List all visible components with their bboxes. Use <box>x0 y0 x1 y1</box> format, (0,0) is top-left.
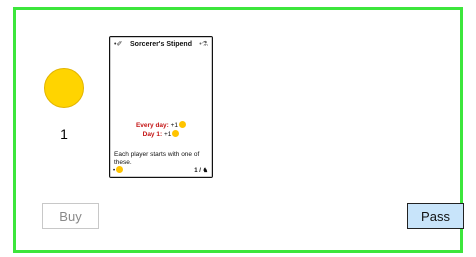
coin-icon <box>44 68 84 108</box>
effect-every-day: Every day: +1 <box>110 121 212 130</box>
card-footer-left: • <box>113 166 124 174</box>
effect-label: Day 1: <box>142 131 163 138</box>
coin-icon <box>116 166 124 173</box>
card-count: 1 / ♞ <box>194 168 208 174</box>
coin-icon <box>179 121 187 128</box>
card-title: Sorcerer's Stipend <box>130 41 192 48</box>
coin-icon <box>172 130 180 137</box>
effect-label: Every day: <box>135 122 169 129</box>
effect-value: +1 <box>163 131 172 138</box>
card-description: Each player starts with one of these. <box>114 151 200 166</box>
coin-count: 1 <box>60 126 68 142</box>
effect-value: +1 <box>170 122 179 129</box>
card-type-icon: •⚗ <box>199 41 208 48</box>
game-panel: 1 •✐ Sorcerer's Stipend •⚗ Every day: +1… <box>13 7 464 253</box>
card-sorcerers-stipend[interactable]: •✐ Sorcerer's Stipend •⚗ Every day: +1 D… <box>109 36 213 178</box>
card-effects: Every day: +1 Day 1: +1 <box>110 121 212 139</box>
effect-day-1: Day 1: +1 <box>110 130 212 139</box>
buy-button[interactable]: Buy <box>42 203 99 229</box>
pass-button[interactable]: Pass <box>407 203 464 229</box>
